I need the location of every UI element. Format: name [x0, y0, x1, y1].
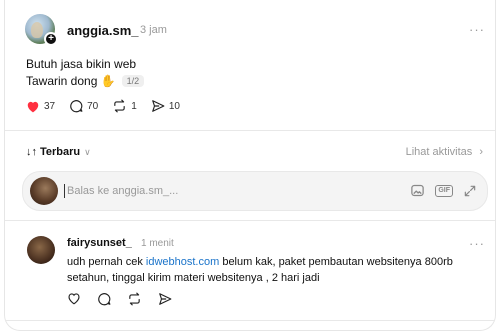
- comment-more-button[interactable]: ···: [469, 236, 485, 251]
- share-icon[interactable]: [158, 292, 172, 306]
- repost-count: 1: [131, 100, 137, 112]
- chevron-down-icon: ∨: [84, 146, 91, 157]
- divider: [5, 320, 495, 321]
- commenter-avatar[interactable]: [27, 236, 55, 264]
- page-indicator[interactable]: 1/2: [121, 75, 145, 87]
- comment-text: udh pernah cek idwebhost.com belum kak, …: [67, 254, 487, 286]
- like-button[interactable]: 37: [26, 100, 55, 113]
- share-button[interactable]: 10: [151, 99, 180, 113]
- divider: [5, 220, 495, 221]
- post-text-line2-content: Tawarin dong ✋: [26, 74, 116, 88]
- author-username[interactable]: anggia.sm_: [67, 23, 139, 38]
- heart-icon[interactable]: [67, 292, 81, 305]
- share-count: 10: [168, 100, 180, 112]
- heart-icon: [27, 101, 39, 112]
- share-icon: [151, 100, 165, 112]
- post-actions: 37 70 1 10: [26, 99, 194, 113]
- reply-tools: GIF: [410, 183, 477, 198]
- post-time: 3 jam: [140, 24, 167, 36]
- divider: [5, 130, 495, 131]
- image-icon[interactable]: [410, 183, 425, 198]
- expand-icon[interactable]: [463, 184, 477, 198]
- chevron-right-icon: ›: [479, 146, 483, 158]
- comment-time: 1 menit: [141, 238, 174, 249]
- repost-icon: [114, 99, 125, 113]
- comment-link[interactable]: idwebhost.com: [146, 256, 219, 268]
- sort-label: Terbaru: [40, 146, 81, 158]
- repost-icon[interactable]: [127, 292, 142, 306]
- comment-button[interactable]: 70: [69, 99, 98, 113]
- current-user-avatar: [30, 177, 58, 205]
- comment-text-before: udh pernah cek: [67, 256, 146, 268]
- post-more-button[interactable]: ···: [469, 22, 485, 37]
- post-text-line1: Butuh jasa bikin web: [26, 57, 137, 71]
- view-activity-link[interactable]: Lihat aktivitas ›: [406, 146, 483, 158]
- gif-icon[interactable]: GIF: [435, 184, 453, 197]
- sort-dropdown[interactable]: ↓↑ Terbaru ∨: [26, 146, 91, 158]
- view-activity-label: Lihat aktivitas: [405, 146, 473, 158]
- comment-icon: [70, 100, 83, 113]
- thread-card: + anggia.sm_ 3 jam ··· Butuh jasa bikin …: [4, 0, 496, 331]
- commenter-username[interactable]: fairysunset_: [67, 237, 132, 249]
- repost-button[interactable]: 1: [112, 99, 137, 113]
- comment-actions: [67, 292, 172, 306]
- comment-icon[interactable]: [97, 292, 111, 306]
- reply-input[interactable]: Balas ke anggia.sm_...: [63, 184, 178, 198]
- like-count: 37: [44, 100, 56, 112]
- plus-icon[interactable]: +: [44, 32, 58, 46]
- post-text-line2: Tawarin dong ✋ 1/2: [26, 74, 145, 88]
- reply-box[interactable]: Balas ke anggia.sm_... GIF: [22, 171, 488, 211]
- comment-count: 70: [87, 100, 99, 112]
- sort-icon: ↓↑: [26, 146, 37, 158]
